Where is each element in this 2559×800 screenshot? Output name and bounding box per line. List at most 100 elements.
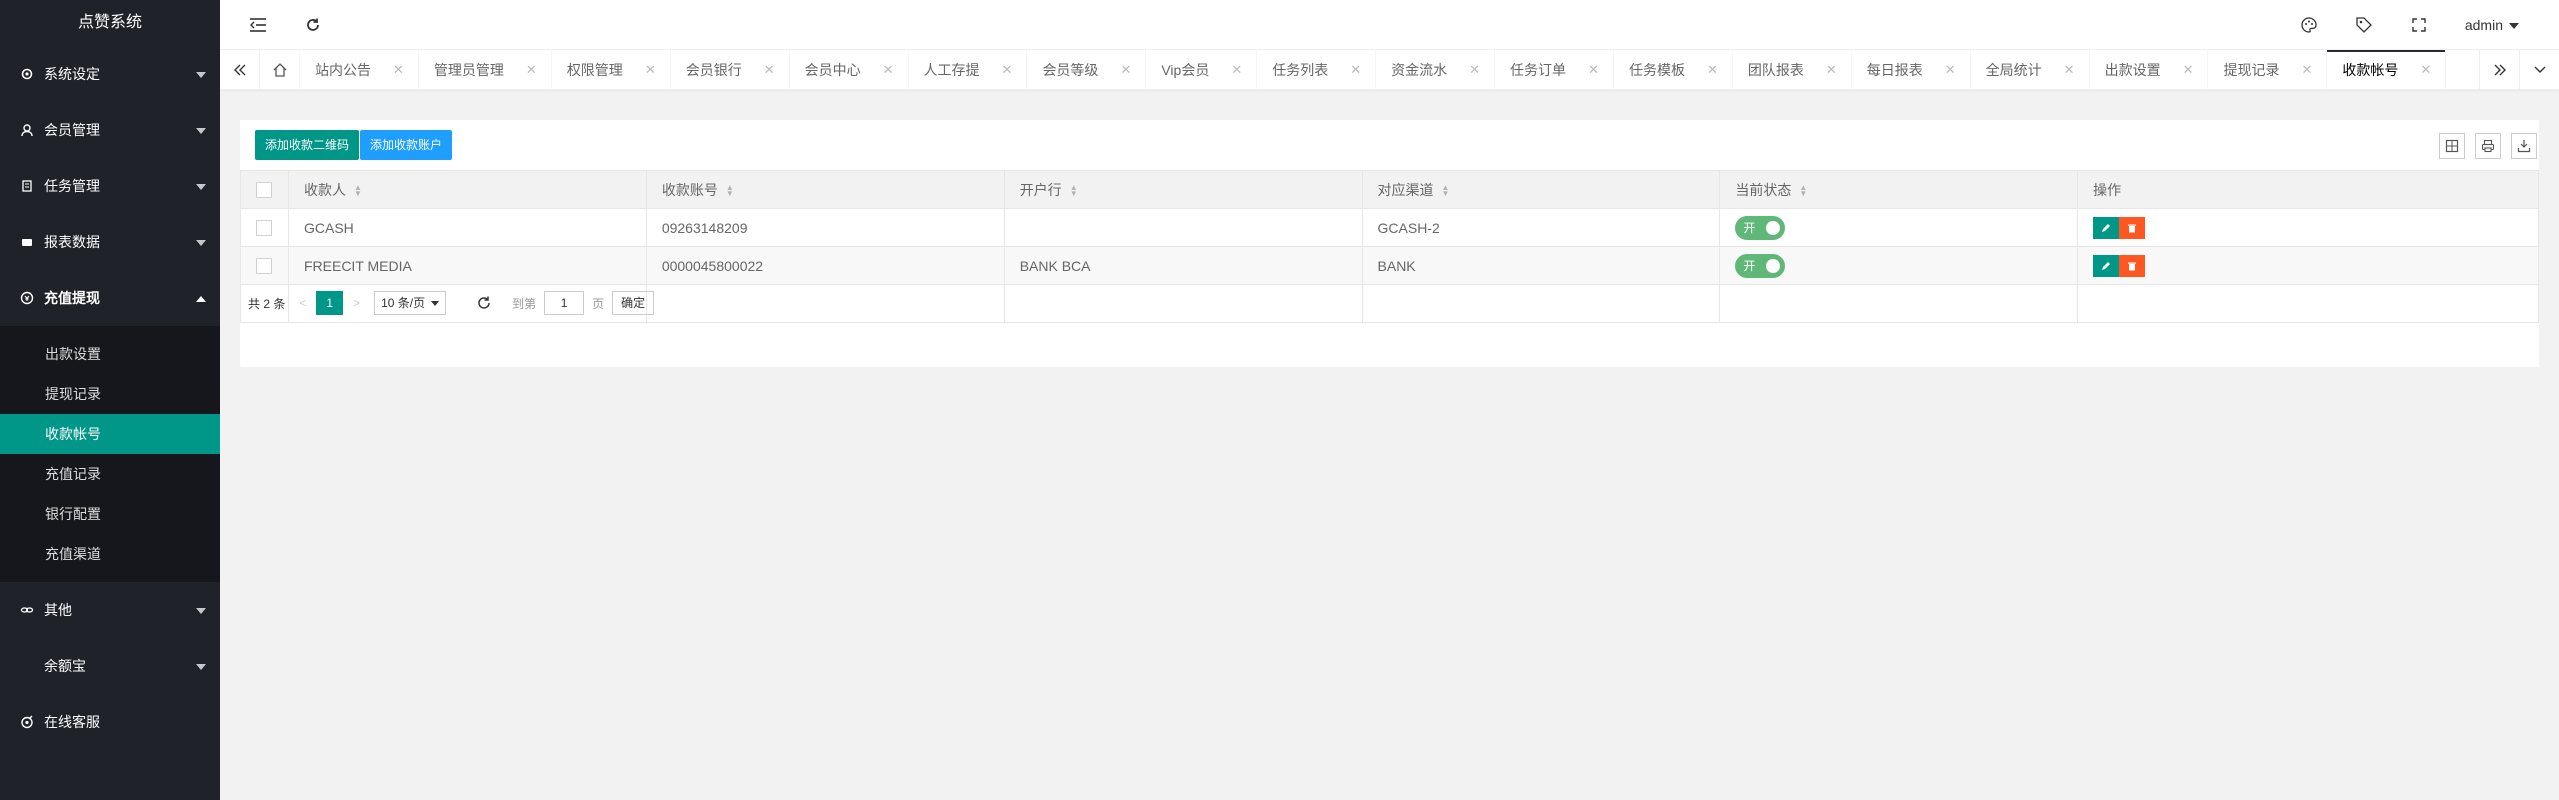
sidebar-item-yuebao[interactable]: 余额宝 bbox=[0, 638, 220, 694]
close-icon[interactable]: ✕ bbox=[2064, 50, 2075, 90]
goto-confirm-button[interactable]: 确定 bbox=[612, 291, 655, 315]
cell-account: 0000045800022 bbox=[645, 246, 1005, 285]
tab-item[interactable]: 人工存提 ✕ bbox=[909, 50, 1028, 90]
double-chevron-right-icon bbox=[2494, 64, 2506, 76]
tab-item[interactable]: 任务模板 ✕ bbox=[1614, 50, 1733, 90]
column-header[interactable]: 收款账号 ▲ ▼ bbox=[645, 170, 1005, 209]
sidebar-subitem-payout-settings[interactable]: 出款设置 bbox=[0, 334, 220, 374]
add-qr-button[interactable]: 添加收款二维码 bbox=[255, 130, 360, 160]
tab-item[interactable]: 会员中心 ✕ bbox=[790, 50, 909, 90]
page-number-active[interactable]: 1 bbox=[316, 291, 344, 315]
tab-item[interactable]: 团队报表 ✕ bbox=[1733, 50, 1852, 90]
tab-item[interactable]: 提现记录 ✕ bbox=[2208, 50, 2328, 90]
tab-item[interactable]: 出款设置 ✕ bbox=[2090, 50, 2209, 90]
status-toggle[interactable]: 开 bbox=[1735, 215, 1786, 240]
notes-button[interactable] bbox=[2344, 0, 2384, 50]
tab-item[interactable]: 任务订单 ✕ bbox=[1495, 50, 1614, 90]
sidebar-subitem-bank-config[interactable]: 银行配置 bbox=[0, 494, 220, 534]
refresh-button[interactable] bbox=[293, 0, 333, 50]
select-all-checkbox[interactable] bbox=[256, 182, 273, 199]
cell-account: 09263148209 bbox=[645, 208, 1005, 247]
close-icon[interactable]: ✕ bbox=[2420, 50, 2431, 90]
theme-button[interactable] bbox=[2289, 0, 2329, 50]
sidebar-item-support[interactable]: 在线客服 bbox=[0, 694, 220, 750]
next-page-button[interactable]: > bbox=[353, 296, 360, 310]
sidebar-subitem-withdraw-records[interactable]: 提现记录 bbox=[0, 374, 220, 414]
close-icon[interactable]: ✕ bbox=[764, 50, 775, 90]
user-menu[interactable]: admin bbox=[2465, 0, 2519, 50]
tabs-scroll-left[interactable] bbox=[220, 50, 260, 90]
edit-button[interactable] bbox=[2093, 254, 2120, 277]
tabs-scroll-right[interactable] bbox=[2479, 50, 2519, 90]
tab-item[interactable]: 全局统计 ✕ bbox=[1971, 50, 2090, 90]
sidebar-subitem-receive-accounts[interactable]: 收款帐号 bbox=[0, 414, 220, 454]
close-icon[interactable]: ✕ bbox=[1350, 50, 1361, 90]
add-account-button[interactable]: 添加收款账户 bbox=[360, 130, 453, 160]
tab-item-active[interactable]: 收款帐号 ✕ bbox=[2327, 50, 2447, 90]
sidebar-item-other[interactable]: 其他 bbox=[0, 582, 220, 638]
close-icon[interactable]: ✕ bbox=[1231, 50, 1242, 90]
close-icon[interactable]: ✕ bbox=[2301, 50, 2312, 90]
goto-page-input[interactable]: 1 bbox=[544, 291, 585, 315]
column-header[interactable]: 收款人 ▲ ▼ bbox=[287, 170, 647, 209]
row-checkbox[interactable] bbox=[256, 220, 273, 237]
close-icon[interactable]: ✕ bbox=[393, 50, 404, 90]
refresh-page-button[interactable] bbox=[476, 295, 492, 311]
home-icon bbox=[273, 63, 286, 77]
close-icon[interactable]: ✕ bbox=[1469, 50, 1480, 90]
close-icon[interactable]: ✕ bbox=[1826, 50, 1837, 90]
columns-filter-button[interactable] bbox=[2439, 133, 2465, 159]
row-checkbox[interactable] bbox=[256, 258, 273, 275]
column-header-label: 开户行 bbox=[1019, 181, 1062, 198]
sidebar-item-system[interactable]: 系统设定 bbox=[0, 46, 220, 102]
sidebar-item-reports[interactable]: 报表数据 bbox=[0, 214, 220, 270]
sort-icon[interactable]: ▲ ▼ bbox=[1442, 183, 1450, 197]
tabs-menu-button[interactable] bbox=[2519, 50, 2559, 90]
tab-item[interactable]: 资金流水 ✕ bbox=[1376, 50, 1496, 90]
sidebar-item-recharge[interactable]: 充值提现 bbox=[0, 270, 220, 326]
sidebar-item-members[interactable]: 会员管理 bbox=[0, 102, 220, 158]
close-icon[interactable]: ✕ bbox=[645, 50, 656, 90]
tab-item[interactable]: 每日报表 ✕ bbox=[1852, 50, 1971, 90]
page-size-select[interactable]: 10 条/页 bbox=[374, 291, 447, 315]
prev-page-button[interactable]: < bbox=[299, 296, 306, 310]
export-icon bbox=[2517, 140, 2531, 153]
sidebar-item-tasks[interactable]: 任务管理 bbox=[0, 158, 220, 214]
close-icon[interactable]: ✕ bbox=[2183, 50, 2194, 90]
delete-button[interactable] bbox=[2119, 216, 2146, 239]
close-icon[interactable]: ✕ bbox=[526, 50, 537, 90]
edit-button[interactable] bbox=[2093, 216, 2120, 239]
tab-item[interactable]: 任务列表 ✕ bbox=[1257, 50, 1377, 90]
sort-icon[interactable]: ▲ ▼ bbox=[1070, 183, 1078, 197]
sort-icon[interactable]: ▲ ▼ bbox=[1799, 183, 1807, 197]
sidebar-item-label: 在线客服 bbox=[44, 714, 100, 730]
sidebar-subitem-recharge-records[interactable]: 充值记录 bbox=[0, 454, 220, 494]
tab-item[interactable]: 站内公告 ✕ bbox=[300, 50, 419, 90]
fullscreen-button[interactable] bbox=[2399, 0, 2439, 50]
close-icon[interactable]: ✕ bbox=[1120, 50, 1131, 90]
sidebar-subitem-recharge-channels[interactable]: 充值渠道 bbox=[0, 534, 220, 574]
close-icon[interactable]: ✕ bbox=[1707, 50, 1718, 90]
column-header[interactable]: 当前状态 ▲ ▼ bbox=[1719, 170, 2079, 209]
tab-item[interactable]: Vip会员 ✕ bbox=[1146, 50, 1258, 90]
print-button[interactable] bbox=[2475, 133, 2501, 159]
tab-item[interactable]: 会员等级 ✕ bbox=[1027, 50, 1147, 90]
cell-bank: BANK BCA bbox=[1003, 246, 1363, 285]
close-icon[interactable]: ✕ bbox=[1002, 50, 1013, 90]
sort-icon[interactable]: ▲ ▼ bbox=[354, 183, 362, 197]
tab-home[interactable] bbox=[260, 50, 300, 90]
export-button[interactable] bbox=[2511, 133, 2537, 159]
close-icon[interactable]: ✕ bbox=[1945, 50, 1956, 90]
menu-toggle-button[interactable] bbox=[238, 0, 278, 50]
column-header[interactable]: 对应渠道 ▲ ▼ bbox=[1361, 170, 1721, 209]
tab-item[interactable]: 管理员管理 ✕ bbox=[419, 50, 552, 90]
column-header[interactable]: 开户行 ▲ ▼ bbox=[1003, 170, 1363, 209]
close-icon[interactable]: ✕ bbox=[883, 50, 894, 90]
refresh-icon bbox=[307, 18, 319, 31]
delete-button[interactable] bbox=[2119, 254, 2146, 277]
close-icon[interactable]: ✕ bbox=[1588, 50, 1599, 90]
tab-item[interactable]: 权限管理 ✕ bbox=[552, 50, 671, 90]
sort-icon[interactable]: ▲ ▼ bbox=[726, 183, 734, 197]
status-toggle[interactable]: 开 bbox=[1735, 253, 1786, 278]
tab-item[interactable]: 会员银行 ✕ bbox=[671, 50, 790, 90]
